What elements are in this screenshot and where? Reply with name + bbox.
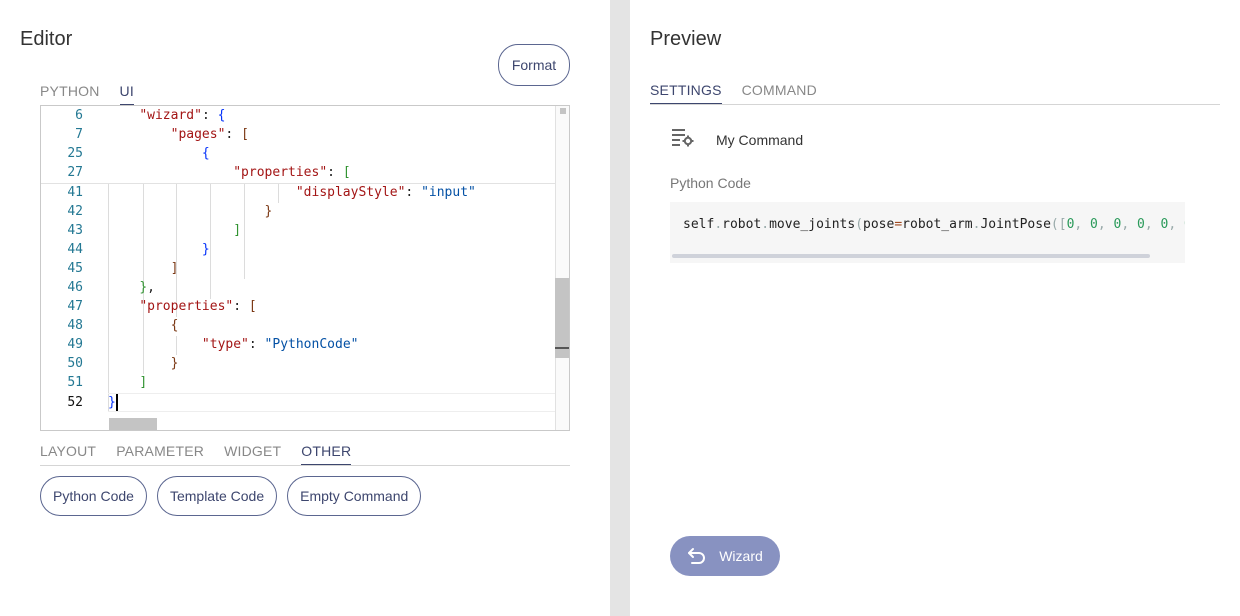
line-number: 52 (67, 395, 83, 410)
insert-actions: Python Code Template Code Empty Command (40, 476, 431, 516)
tab-settings[interactable]: SETTINGS (650, 82, 722, 105)
python-code-button[interactable]: Python Code (40, 476, 147, 516)
line-number: 50 (67, 356, 83, 371)
vertical-scrollbar-thumb[interactable] (555, 278, 569, 358)
line-number: 45 (67, 261, 83, 276)
code-line: 43 ] (41, 221, 555, 240)
code-line: 27 "properties": [ (41, 163, 555, 182)
line-text: { (201, 146, 210, 161)
tab-other[interactable]: OTHER (301, 443, 352, 466)
code-line: 51 ] (41, 373, 555, 392)
wizard-button[interactable]: Wizard (670, 536, 780, 576)
line-text: } (201, 242, 210, 257)
line-text: ] (170, 261, 179, 276)
tab-ui[interactable]: UI (119, 83, 134, 106)
format-button[interactable]: Format (498, 44, 570, 86)
line-number: 41 (67, 185, 83, 200)
code-line: 45 ] (41, 259, 555, 278)
line-text: "properties": [ (233, 165, 351, 180)
line-number: 48 (67, 318, 83, 333)
tabs-divider (650, 104, 1220, 105)
code-line: 41 "displayStyle": "input" (41, 183, 555, 202)
tabs-divider (40, 465, 570, 466)
line-number: 6 (75, 108, 83, 123)
command-header: My Command (672, 127, 803, 152)
horizontal-scrollbar-thumb[interactable] (109, 418, 157, 430)
tab-parameter[interactable]: PARAMETER (116, 443, 204, 466)
line-text: { (170, 318, 179, 333)
code-line: 48 { (41, 316, 555, 335)
list-settings-icon (672, 127, 694, 152)
line-text: "type": "PythonCode" (201, 337, 359, 352)
line-number: 51 (67, 375, 83, 390)
preview-title: Preview (650, 28, 722, 50)
code-line: 47 "properties": [ (41, 297, 555, 316)
line-number: 27 (67, 165, 83, 180)
python-code-label: Python Code (670, 175, 751, 191)
line-text: "properties": [ (139, 299, 257, 314)
tab-layout[interactable]: LAYOUT (40, 443, 96, 466)
python-code-preview: self.robot.move_joints(pose=robot_arm.Jo… (670, 202, 1185, 263)
cursor-position-marker (555, 347, 569, 349)
code-line: 49 "type": "PythonCode" (41, 335, 555, 354)
code-editor[interactable]: 6 "wizard": {7 "pages": [25 {27 "propert… (40, 105, 570, 431)
editor-title: Editor (20, 28, 73, 50)
line-number: 7 (75, 127, 83, 142)
line-number: 49 (67, 337, 83, 352)
code-line: 44 } (41, 240, 555, 259)
text-caret (116, 394, 118, 411)
code-line: 25 { (41, 144, 555, 163)
command-name: My Command (716, 131, 804, 148)
sticky-scroll-divider (41, 183, 555, 184)
line-text: }, (139, 280, 155, 295)
editor-tabs: PYTHON UI (40, 82, 570, 106)
wizard-label: Wizard (719, 548, 763, 564)
line-text: ] (139, 375, 148, 390)
line-text: "pages": [ (170, 127, 249, 142)
python-code-text: self.robot.move_joints(pose=robot_arm.Jo… (683, 217, 1185, 232)
code-line: 50 } (41, 354, 555, 373)
preview-panel: Preview SETTINGS COMMAND My Command Pyth… (630, 0, 1240, 616)
line-number: 46 (67, 280, 83, 295)
line-text: "displayStyle": "input" (295, 185, 476, 200)
editor-panel: Editor Format PYTHON UI 6 "wizard": {7 "… (0, 0, 610, 616)
tab-python[interactable]: PYTHON (40, 83, 100, 106)
undo-arrow-icon (688, 548, 706, 564)
line-number: 25 (67, 146, 83, 161)
component-tabs: LAYOUT PARAMETER WIDGET OTHER (40, 442, 570, 466)
line-number: 42 (67, 204, 83, 219)
line-text: "wizard": { (139, 108, 226, 123)
vertical-scrollbar[interactable] (555, 106, 569, 430)
line-text: } (170, 356, 179, 371)
scrollbar-marker (560, 108, 566, 114)
template-code-button[interactable]: Template Code (156, 476, 278, 516)
empty-command-button[interactable]: Empty Command (287, 476, 422, 516)
line-text: ] (233, 223, 242, 238)
code-line: 46 }, (41, 278, 555, 297)
line-number: 44 (67, 242, 83, 257)
line-number: 47 (67, 299, 83, 314)
tab-widget[interactable]: WIDGET (224, 443, 281, 466)
code-horizontal-scrollbar[interactable] (672, 254, 1150, 258)
tab-command[interactable]: COMMAND (742, 82, 817, 105)
line-text: } (264, 204, 273, 219)
preview-tabs: SETTINGS COMMAND (650, 81, 1220, 105)
line-number: 43 (67, 223, 83, 238)
current-line-highlight (108, 393, 568, 412)
code-line: 7 "pages": [ (41, 125, 555, 144)
code-line: 42 } (41, 202, 555, 221)
code-line: 6 "wizard": { (41, 106, 555, 125)
